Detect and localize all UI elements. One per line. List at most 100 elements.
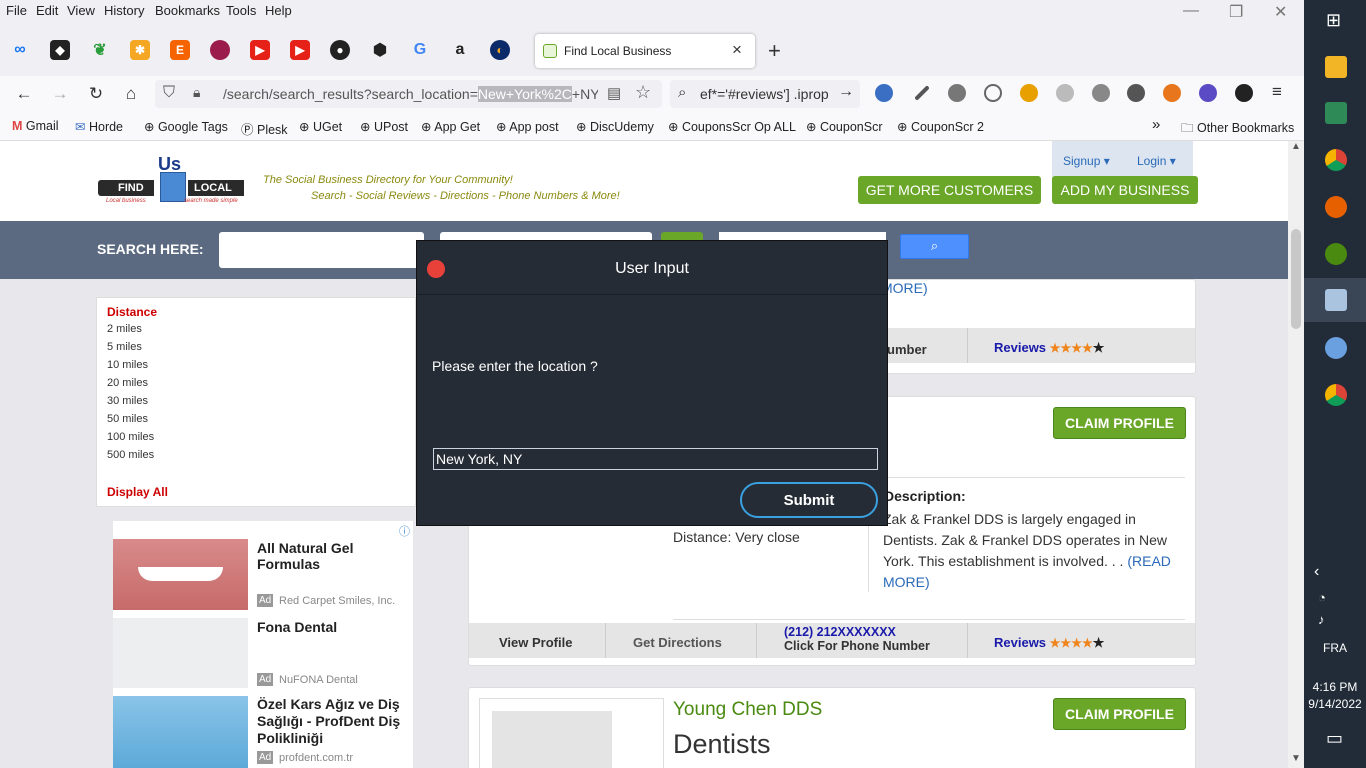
- bookmark-other[interactable]: 🗀︎ Other Bookmarks: [1181, 119, 1294, 140]
- extension-icon[interactable]: [1020, 84, 1038, 102]
- claim-profile-button[interactable]: CLAIM PROFILE: [1053, 698, 1186, 730]
- search-bar[interactable]: ⌕ ef*='#reviews'] .iprop →: [670, 80, 860, 108]
- youtube-icon[interactable]: ▶: [250, 40, 270, 60]
- menu-bookmarks[interactable]: Bookmarks: [155, 3, 220, 18]
- phone-number-label[interactable]: umber: [887, 342, 927, 357]
- bookmark-discudemy[interactable]: ⊕ DiscUdemy: [576, 119, 654, 134]
- bookmark-google-tags[interactable]: ⊕ Google Tags: [144, 119, 228, 134]
- circle-tab-icon[interactable]: [210, 40, 230, 60]
- business-name[interactable]: Young Chen DDS: [673, 699, 822, 721]
- bookmark-horde[interactable]: ✉ Horde: [75, 119, 123, 134]
- bookmark-couponscr[interactable]: ⊕ CouponScr: [806, 119, 883, 134]
- add-my-business-button[interactable]: ADD MY BUSINESS: [1052, 176, 1198, 204]
- ad-title[interactable]: All Natural Gel Formulas: [257, 540, 407, 572]
- windows-start-icon[interactable]: ⊞: [1326, 10, 1341, 31]
- get-more-customers-button[interactable]: GET MORE CUSTOMERS: [858, 176, 1041, 204]
- minimize-icon[interactable]: —: [1183, 2, 1199, 20]
- menu-history[interactable]: History: [104, 3, 144, 18]
- site-logo[interactable]: Us FIND LOCAL Local business search made…: [98, 154, 246, 208]
- bookmark-couponscr-2[interactable]: ⊕ CouponScr 2: [897, 119, 984, 134]
- ad-info-icon[interactable]: ⓘ: [399, 523, 410, 539]
- back-icon[interactable]: ←: [13, 84, 35, 104]
- language-indicator[interactable]: FRA: [1304, 641, 1366, 655]
- reviews-link[interactable]: Reviews ★★★★★: [994, 340, 1104, 356]
- scroll-up-icon[interactable]: ▲: [1291, 141, 1301, 152]
- chevron-double-right-icon[interactable]: »: [1152, 116, 1160, 133]
- search-go-icon[interactable]: →: [838, 83, 854, 101]
- star-tab-icon[interactable]: ✱: [130, 40, 150, 60]
- location-input-field[interactable]: [433, 448, 878, 470]
- extension-icon[interactable]: [1199, 84, 1217, 102]
- claim-profile-button[interactable]: CLAIM PROFILE: [1053, 407, 1186, 439]
- etsy-icon[interactable]: E: [170, 40, 190, 60]
- chevron-left-icon[interactable]: ‹: [1314, 563, 1319, 581]
- menu-tools[interactable]: Tools: [226, 3, 256, 18]
- page-scrollbar[interactable]: ▲ ▼: [1288, 141, 1304, 768]
- extension-icon[interactable]: [1056, 84, 1074, 102]
- moon-icon[interactable]: ◐: [490, 40, 510, 60]
- bot-icon[interactable]: ⬢: [370, 40, 390, 60]
- scrollbar-thumb[interactable]: [1291, 229, 1301, 329]
- github-icon[interactable]: ●: [330, 40, 350, 60]
- forward-icon[interactable]: →: [49, 84, 71, 104]
- ad-title[interactable]: Özel Kars Ağız ve Diş Sağlığı - ProfDent…: [257, 696, 409, 747]
- distance-option[interactable]: 100 miles: [107, 431, 154, 443]
- distance-option[interactable]: 30 miles: [107, 395, 148, 407]
- bookmark-app-post[interactable]: ⊕ App post: [496, 119, 559, 134]
- ad-image-dental-chair[interactable]: [113, 618, 248, 688]
- menu-view[interactable]: View: [67, 3, 95, 18]
- distance-option[interactable]: 500 miles: [107, 449, 154, 461]
- amazon-icon[interactable]: a: [450, 40, 470, 60]
- wifi-icon[interactable]: ◔: [1318, 590, 1326, 605]
- bookmark-couponsscr-op-all[interactable]: ⊕ CouponsScr Op ALL: [668, 119, 796, 134]
- site-search-icon[interactable]: ⌕: [900, 234, 969, 259]
- distance-option[interactable]: 50 miles: [107, 413, 148, 425]
- extension-icon[interactable]: [875, 84, 893, 102]
- pinned-tab-icon[interactable]: ◆: [50, 40, 70, 60]
- distance-option[interactable]: 10 miles: [107, 359, 148, 371]
- get-directions-link[interactable]: Get Directions: [633, 635, 722, 650]
- new-tab-button[interactable]: +: [768, 38, 781, 64]
- chrome-icon[interactable]: [1325, 384, 1347, 406]
- scroll-down-icon[interactable]: ▼: [1291, 753, 1301, 764]
- metamask-icon[interactable]: [1163, 84, 1181, 102]
- reviews-link[interactable]: Reviews ★★★★★: [994, 635, 1104, 651]
- chrome-icon[interactable]: [1325, 149, 1347, 171]
- keyword-input[interactable]: [219, 232, 424, 268]
- profile-icon[interactable]: [1235, 84, 1253, 102]
- home-icon[interactable]: ⌂: [120, 84, 142, 104]
- meta-icon[interactable]: ∞: [10, 40, 30, 60]
- bookmark-upost[interactable]: ⊕ UPost: [360, 119, 408, 134]
- lock-icon[interactable]: 🔒︎: [193, 84, 200, 101]
- bookmark-app-get[interactable]: ⊕ App Get: [421, 119, 480, 134]
- leaf-icon[interactable]: ❦: [90, 40, 110, 60]
- view-profile-link[interactable]: View Profile: [499, 635, 572, 650]
- extension-icon[interactable]: [948, 84, 966, 102]
- firefox-icon[interactable]: [1325, 196, 1347, 218]
- extension-icon[interactable]: [984, 84, 1002, 102]
- extension-icon[interactable]: [1092, 84, 1110, 102]
- volume-icon[interactable]: ♪: [1318, 612, 1325, 627]
- signup-link[interactable]: Signup ▾: [1063, 154, 1110, 168]
- search-app-icon[interactable]: [1325, 289, 1347, 311]
- notepad-icon[interactable]: [1325, 102, 1347, 124]
- paint-icon[interactable]: [1325, 337, 1347, 359]
- ad-image-smile[interactable]: [113, 696, 248, 768]
- hamburger-menu-icon[interactable]: ≡: [1272, 82, 1282, 102]
- reload-icon[interactable]: ↻: [85, 84, 107, 104]
- shield-icon[interactable]: ⛉: [163, 84, 175, 102]
- clock-time[interactable]: 4:16 PM: [1304, 680, 1366, 694]
- url-bar[interactable]: ⛉ 🔒︎ /search/search_results?search_locat…: [155, 80, 662, 108]
- clock-date[interactable]: 9/14/2022: [1304, 697, 1366, 711]
- google-icon[interactable]: G: [410, 40, 430, 60]
- login-link[interactable]: Login ▾: [1137, 154, 1176, 168]
- menu-file[interactable]: File: [6, 3, 27, 18]
- menu-edit[interactable]: Edit: [36, 3, 58, 18]
- bookmark-plesk[interactable]: Ⓟ Plesk: [241, 119, 288, 138]
- restore-icon[interactable]: ❐: [1229, 2, 1243, 22]
- click-for-phone-link[interactable]: Click For Phone Number: [784, 639, 930, 653]
- file-explorer-icon[interactable]: [1325, 56, 1347, 78]
- distance-option[interactable]: 5 miles: [107, 341, 142, 353]
- submit-button[interactable]: Submit: [740, 482, 878, 518]
- read-more-link[interactable]: MORE): [881, 280, 928, 296]
